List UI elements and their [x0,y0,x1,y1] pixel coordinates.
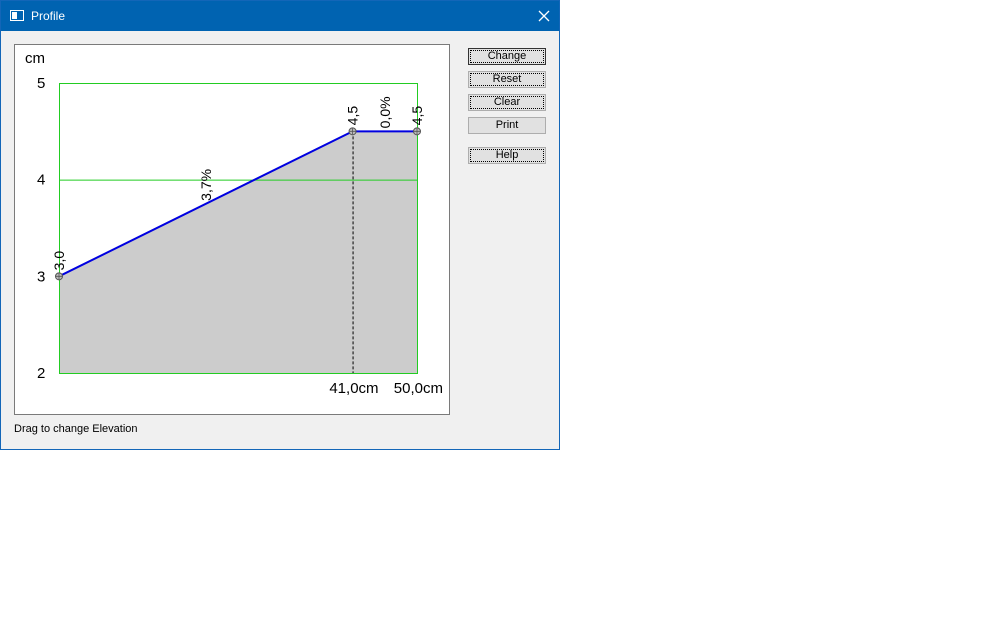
y-tick-label: 4 [37,172,45,189]
print-button[interactable]: Print [468,117,546,134]
segment-slope-label: 3,7% [198,169,214,201]
close-button[interactable] [529,1,559,31]
y-tick-label: 2 [37,365,45,382]
x-position-label: 50,0cm [394,380,443,397]
profile-area [59,131,417,373]
help-button[interactable]: Help [468,147,546,164]
y-tick-label: 5 [37,75,45,92]
reset-button[interactable]: Reset [468,71,546,88]
segment-slope-label: 0,0% [377,96,393,128]
status-text: Drag to change Elevation [14,423,138,435]
y-axis-unit-label: cm [25,50,45,67]
close-icon [538,10,550,22]
point-label: 4,5 [345,106,361,126]
change-button[interactable]: Change [468,48,546,65]
window-icon [10,10,24,21]
point-label: 3,0 [51,251,67,271]
profile-chart[interactable]: 3,0 4,5 4,5 3,7% 0,0% 5 4 3 2 cm 41,0cm 50,0cm [14,44,450,415]
profile-chart-svg[interactable]: 3,0 4,5 4,5 3,7% 0,0% 5 4 3 2 cm 41,0cm 50,0cm [15,45,449,414]
window-title: Profile [31,9,66,23]
y-tick-label: 3 [37,268,45,285]
title-bar[interactable]: Profile [1,1,559,31]
point-label: 4,5 [409,106,425,126]
clear-button[interactable]: Clear [468,94,546,111]
profile-window: Profile 3,0 4,5 4,5 3,7% 0,0% 5 4 3 2 cm 41,0cm 50,… [0,0,560,450]
x-position-label: 41,0cm [329,380,378,397]
